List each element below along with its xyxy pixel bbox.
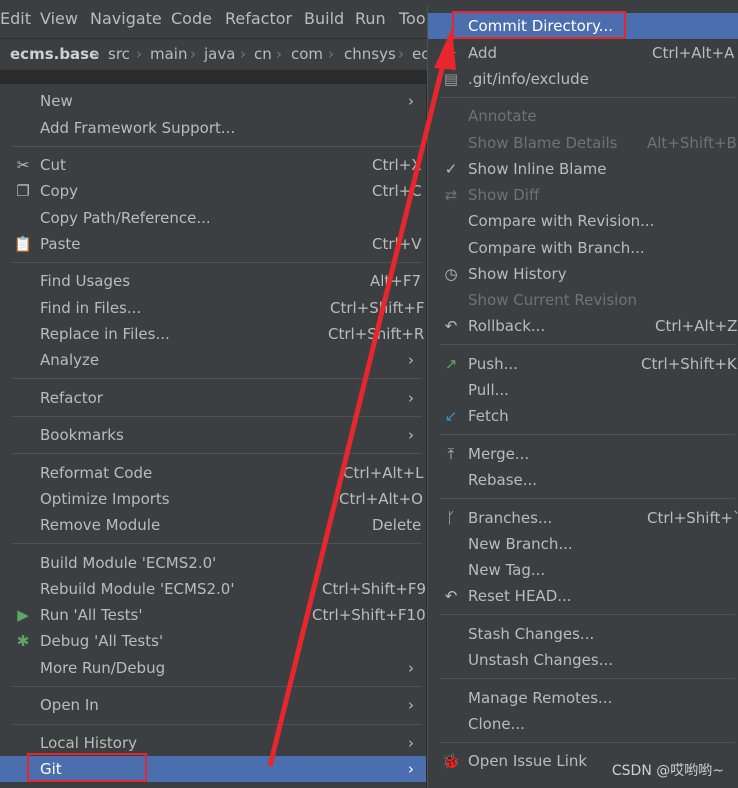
menu-item-rebase[interactable]: Rebase... (428, 467, 738, 493)
menu-item-debug-tests[interactable]: ✱ Debug 'All Tests' (0, 628, 426, 654)
menu-item-more-run-debug[interactable]: More Run/Debug › (0, 655, 426, 681)
breadcrumb-project[interactable]: ecms.base (10, 45, 99, 63)
chevron-right-icon: › (408, 659, 414, 677)
clock-icon: ◷ (444, 265, 458, 283)
chevron-right-icon: › (408, 351, 414, 369)
git-highlight-box (27, 753, 147, 782)
menu-item-find-in-files[interactable]: Find in Files... Ctrl+Shift+F (0, 295, 426, 321)
menu-item-show-diff: ⇄ Show Diff (428, 182, 738, 208)
menu-item-rebuild-module[interactable]: Rebuild Module 'ECMS2.0' Ctrl+Shift+F9 (0, 576, 426, 602)
chevron-right-icon: › (408, 389, 414, 407)
menu-item-annotate: Annotate (468, 107, 537, 125)
menu-item-reset-head[interactable]: ↶ Reset HEAD... (428, 583, 738, 609)
menu-item-build-module[interactable]: Build Module 'ECMS2.0' (0, 550, 426, 576)
menu-item-git-exclude[interactable]: ▤ .git/info/exclude (428, 66, 738, 92)
menu-item-branches[interactable]: ᚴ Branches... Ctrl+Shift+` (428, 505, 738, 531)
menu-item-manage-remotes[interactable]: Manage Remotes... (428, 685, 738, 711)
menu-item-fetch[interactable]: ↙ Fetch (428, 403, 738, 429)
clipboard-icon: 📋 (13, 235, 33, 253)
rollback-icon: ↶ (444, 317, 458, 335)
bug-icon: ✱ (16, 632, 30, 650)
menu-item-add-framework[interactable]: Add Framework Support... (0, 115, 426, 141)
menu-tools[interactable]: Too (399, 9, 426, 28)
menu-item-replace-in-files[interactable]: Replace in Files... Ctrl+Shift+R (0, 321, 426, 347)
menu-item-unstash[interactable]: Unstash Changes... (428, 647, 738, 673)
breadcrumb-java[interactable]: java (204, 45, 235, 63)
menu-item-show-history[interactable]: ◷ Show History (428, 261, 738, 287)
menu-code[interactable]: Code (171, 9, 212, 28)
breadcrumb-cn[interactable]: cn (254, 45, 272, 63)
push-arrow-icon: ↗ (444, 355, 458, 373)
menu-item-copy-path[interactable]: Copy Path/Reference... (0, 205, 426, 231)
menu-item-push[interactable]: ↗ Push... Ctrl+Shift+K (428, 351, 738, 377)
chevron-right-icon: › (408, 426, 414, 444)
menu-refactor[interactable]: Refactor (225, 9, 292, 28)
menu-item-cut[interactable]: ✂ Cut Ctrl+X (0, 152, 426, 178)
menu-item-open-in[interactable]: Open In › (0, 692, 426, 718)
check-icon: ✓ (444, 160, 458, 178)
breadcrumb-main[interactable]: main (150, 45, 187, 63)
chevron-right-icon: › (408, 760, 414, 778)
menu-item-compare-revision[interactable]: Compare with Revision... (428, 208, 738, 234)
menu-item-add[interactable]: ＋ Add Ctrl+Alt+A (428, 40, 738, 66)
menu-item-rollback[interactable]: ↶ Rollback... Ctrl+Alt+Z (428, 313, 738, 339)
menu-item-show-blame-details: Show Blame Details Alt+Shift+B (468, 134, 737, 152)
reset-icon: ↶ (444, 587, 458, 605)
breadcrumb-com[interactable]: com (291, 45, 323, 63)
menu-view[interactable]: View (40, 9, 78, 28)
menu-item-new-tag[interactable]: New Tag... (428, 557, 738, 583)
menu-item-paste[interactable]: 📋 Paste Ctrl+V (0, 231, 426, 257)
menu-navigate[interactable]: Navigate (90, 9, 162, 28)
menu-item-stash[interactable]: Stash Changes... (428, 621, 738, 647)
scissors-icon: ✂ (16, 156, 30, 174)
copy-icon: ❐ (16, 182, 30, 200)
diff-icon: ⇄ (444, 186, 458, 204)
menu-build[interactable]: Build (304, 9, 344, 28)
menu-item-remove-module[interactable]: Remove Module Delete (0, 512, 426, 538)
fetch-arrow-icon: ↙ (444, 407, 458, 425)
menu-item-analyze[interactable]: Analyze › (0, 347, 426, 373)
chevron-right-icon: › (408, 696, 414, 714)
menu-item-current-revision: Show Current Revision (468, 291, 638, 309)
branch-icon: ᚴ (446, 509, 456, 527)
chevron-right-icon: › (408, 92, 414, 110)
menu-item-new[interactable]: New › (0, 88, 426, 114)
run-icon: ▶ (17, 606, 29, 624)
menu-item-pull[interactable]: Pull... (428, 377, 738, 403)
menu-item-clone[interactable]: Clone... (428, 711, 738, 737)
menu-run[interactable]: Run (355, 9, 386, 28)
menu-item-show-inline-blame[interactable]: ✓ Show Inline Blame (428, 156, 738, 182)
menu-item-merge[interactable]: ⤒ Merge... (428, 441, 738, 467)
issue-link-icon: 🐞 (441, 752, 461, 770)
add-icon: ＋ (443, 44, 459, 62)
menu-item-reformat-code[interactable]: Reformat Code Ctrl+Alt+L (0, 460, 426, 486)
menu-edit[interactable]: Edit (0, 9, 31, 28)
menu-item-run-tests[interactable]: ▶ Run 'All Tests' Ctrl+Shift+F10 (0, 602, 426, 628)
git-submenu: Commit Directory... ＋ Add Ctrl+Alt+A ▤ .… (427, 6, 738, 788)
commit-highlight-box (452, 11, 626, 39)
merge-icon: ⤒ (447, 445, 455, 463)
menu-item-optimize-imports[interactable]: Optimize Imports Ctrl+Alt+O (0, 486, 426, 512)
breadcrumb-chnsys[interactable]: chnsys (344, 45, 396, 63)
breadcrumb-src[interactable]: src (108, 45, 130, 63)
file-icon: ▤ (443, 70, 459, 88)
watermark: CSDN @哎哟哟~ (611, 763, 724, 779)
project-context-menu: New › Add Framework Support... ✂ Cut Ctr… (0, 84, 427, 788)
chevron-right-icon: › (408, 734, 414, 752)
menu-item-new-branch[interactable]: New Branch... (428, 531, 738, 557)
menu-item-copy[interactable]: ❐ Copy Ctrl+C (0, 178, 426, 204)
menu-item-bookmarks[interactable]: Bookmarks › (0, 422, 426, 448)
menu-item-find-usages[interactable]: Find Usages Alt+F7 (0, 268, 426, 294)
menu-item-refactor[interactable]: Refactor › (0, 385, 426, 411)
menu-item-compare-branch[interactable]: Compare with Branch... (428, 235, 738, 261)
